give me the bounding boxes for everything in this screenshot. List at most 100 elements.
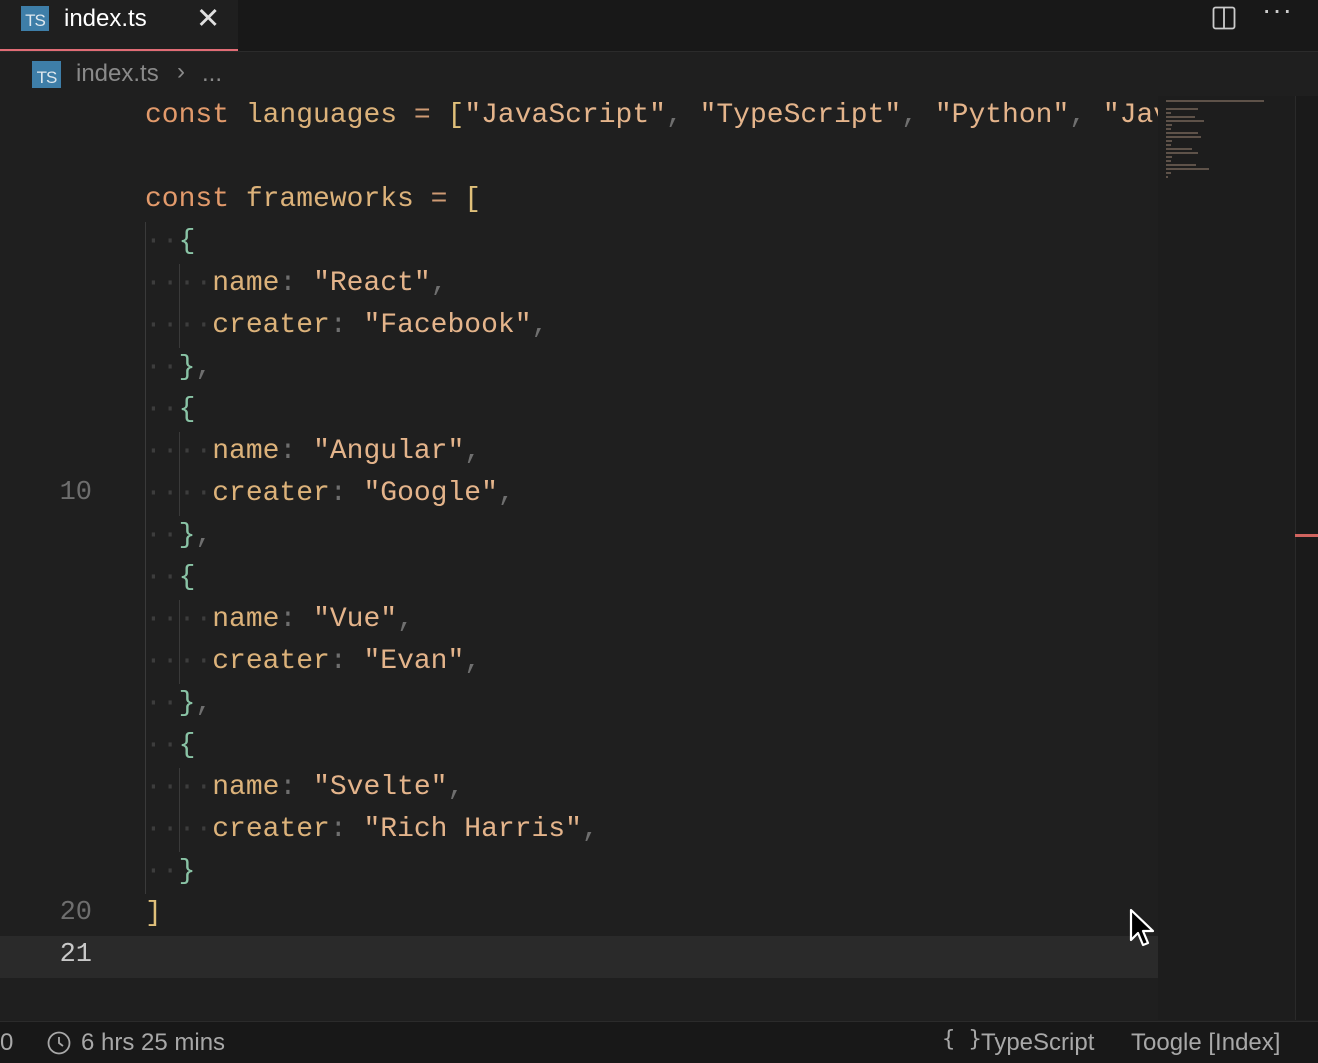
code-token: = — [430, 184, 448, 215]
vertical-scrollbar[interactable] — [1295, 96, 1318, 1020]
code-text: ····name: "Svelte", — [145, 772, 464, 803]
code-token: frameworks — [245, 184, 414, 215]
code-token: const — [145, 100, 230, 131]
indent-guide — [145, 222, 146, 894]
code-line[interactable]: ····name: "Vue", — [0, 600, 1158, 642]
tab-title: index.ts — [64, 5, 147, 32]
indent-guide — [179, 432, 180, 516]
minimap-line — [1166, 124, 1173, 126]
code-line[interactable]: ····creater: "Facebook", — [0, 306, 1158, 348]
minimap-line — [1166, 160, 1171, 162]
code-token: , — [901, 100, 919, 131]
code-token: : — [279, 436, 297, 467]
code-token: [ — [447, 100, 465, 131]
code-token: : — [329, 814, 347, 845]
code-token: } — [178, 856, 196, 887]
code-line[interactable]: ··{ — [0, 726, 1158, 768]
code-text: ··{ — [145, 226, 195, 257]
code-line[interactable]: const languages = ["JavaScript", "TypeSc… — [0, 96, 1158, 138]
line-number: 21 — [59, 940, 92, 970]
code-token: [ — [464, 184, 482, 215]
code-token: ·· — [145, 856, 179, 887]
code-text: ] — [145, 898, 162, 929]
code-token: creater — [212, 646, 330, 677]
code-token: , — [195, 352, 213, 383]
code-token: "Evan" — [363, 646, 465, 677]
code-line[interactable]: ··}, — [0, 348, 1158, 390]
code-token: creater — [212, 814, 330, 845]
code-token: { — [178, 394, 196, 425]
code-token: ·· — [145, 226, 179, 257]
code-token: , — [447, 772, 465, 803]
code-line[interactable]: ··{ — [0, 222, 1158, 264]
code-token: ·· — [145, 394, 179, 425]
tab-index-ts[interactable]: TS index.ts ✕ — [0, 0, 238, 51]
code-line[interactable]: ··{ — [0, 390, 1158, 432]
code-token: ] — [145, 898, 162, 929]
code-text: const frameworks = [ — [145, 184, 481, 215]
minimap-line — [1166, 116, 1195, 118]
status-toggle[interactable]: Toogle [Index] — [1131, 1029, 1280, 1057]
code-token: , — [581, 814, 599, 845]
code-token: ·· — [145, 730, 179, 761]
status-language-mode[interactable]: TypeScript — [981, 1029, 1094, 1057]
code-line[interactable]: 10 ····creater: "Google", — [0, 474, 1158, 516]
code-line[interactable]: ····creater: "Evan", — [0, 642, 1158, 684]
code-token: "React" — [313, 268, 431, 299]
code-text: ····name: "Angular", — [145, 436, 481, 467]
minimap[interactable] — [1158, 96, 1295, 1020]
code-line[interactable]: ····name: "Angular", — [0, 432, 1158, 474]
code-line[interactable] — [0, 138, 1158, 180]
code-token: , — [1069, 100, 1087, 131]
code-token: "Facebook" — [363, 310, 532, 341]
code-token: , — [397, 604, 414, 635]
code-editor[interactable]: const languages = ["JavaScript", "TypeSc… — [0, 96, 1158, 1020]
minimap-line — [1166, 100, 1264, 102]
code-token: { — [178, 226, 196, 257]
code-line[interactable]: ··}, — [0, 684, 1158, 726]
breadcrumb-symbols[interactable]: ... — [202, 60, 222, 88]
code-line[interactable]: const frameworks = [ — [0, 180, 1158, 222]
braces-icon[interactable]: { } — [942, 1027, 982, 1052]
code-token: : — [279, 604, 297, 635]
code-line[interactable]: ····name: "Svelte", — [0, 768, 1158, 810]
split-editor-icon[interactable] — [1212, 6, 1236, 30]
code-line[interactable]: ··}, — [0, 516, 1158, 558]
code-line[interactable]: ····creater: "Rich Harris", — [0, 810, 1158, 852]
code-token: "JavaScript" — [464, 100, 666, 131]
code-token: name — [212, 772, 280, 803]
code-text: ····creater: "Facebook", — [145, 310, 548, 341]
code-line[interactable]: 20] — [0, 894, 1158, 936]
breadcrumb-file[interactable]: index.ts — [76, 60, 159, 88]
minimap-line — [1166, 140, 1173, 142]
code-line[interactable]: 21 — [0, 936, 1158, 978]
status-time-tracked[interactable]: 6 hrs 25 mins — [81, 1029, 225, 1057]
status-count[interactable]: 0 — [0, 1029, 13, 1057]
minimap-line — [1166, 128, 1171, 130]
code-token: "Vue" — [313, 604, 398, 635]
code-token: "Jav — [1102, 100, 1158, 131]
code-token: name — [212, 268, 280, 299]
code-line[interactable]: ····name: "React", — [0, 264, 1158, 306]
code-line[interactable]: ··} — [0, 852, 1158, 894]
close-icon[interactable]: ✕ — [196, 1, 220, 36]
more-actions-icon[interactable]: ··· — [1262, 0, 1293, 26]
minimap-line — [1166, 108, 1198, 110]
minimap-line — [1166, 152, 1198, 154]
code-token: : — [329, 478, 347, 509]
code-token: const — [145, 184, 230, 215]
status-bar: 0 6 hrs 25 mins { } TypeScript Toogle [I… — [0, 1021, 1318, 1063]
tab-bar: TS index.ts ✕ ··· — [0, 0, 1318, 52]
code-token: ·· — [145, 352, 179, 383]
code-text: ··} — [145, 856, 195, 887]
code-token: "TypeScript" — [699, 100, 902, 131]
code-line[interactable]: ··{ — [0, 558, 1158, 600]
